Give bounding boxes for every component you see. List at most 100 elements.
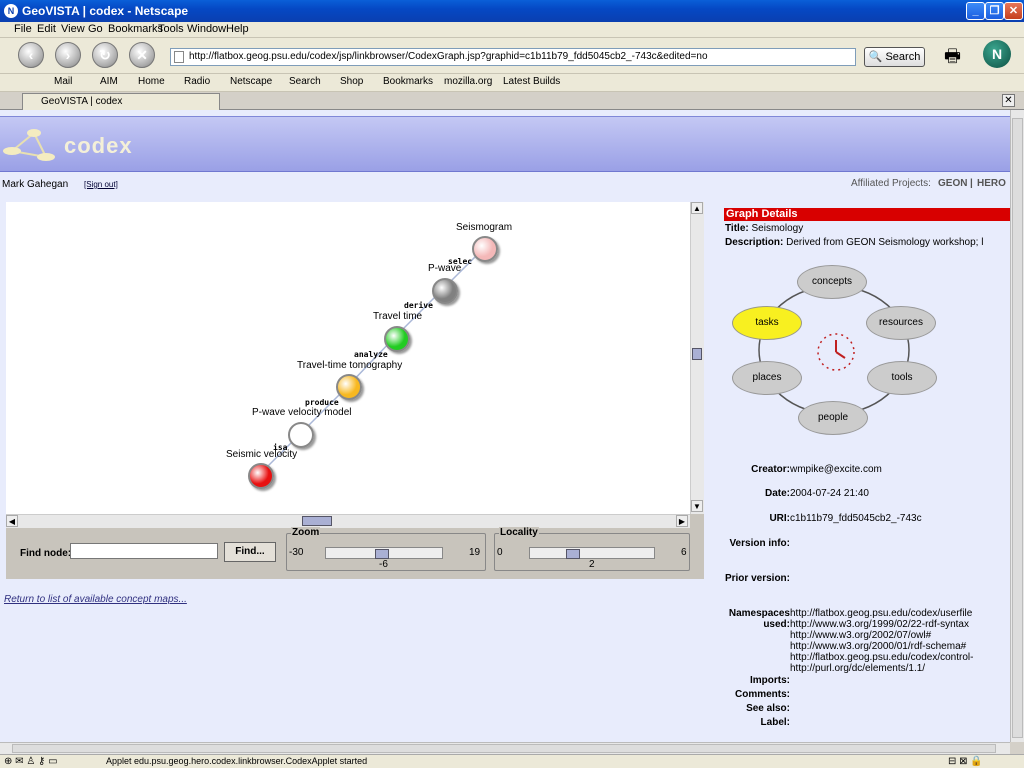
node-travel-time-tomography[interactable] bbox=[336, 374, 362, 400]
menu-bookmarks[interactable]: Bookmarks bbox=[108, 23, 163, 35]
forward-button[interactable]: › bbox=[55, 42, 81, 68]
namespace-item[interactable]: http://www.w3.org/2002/07/owl# bbox=[790, 630, 973, 641]
scroll-left-icon[interactable]: ◀ bbox=[6, 515, 18, 527]
vertical-scroll-thumb[interactable] bbox=[692, 348, 702, 360]
bookmark-mozilla[interactable]: mozilla.org bbox=[444, 76, 492, 87]
zoom-slider[interactable] bbox=[325, 547, 443, 559]
graph-title: Seismology bbox=[751, 223, 804, 234]
bookmark-radio[interactable]: Radio bbox=[184, 76, 210, 87]
namespace-item[interactable]: http://flatbox.geog.psu.edu/codex/contro… bbox=[790, 652, 973, 663]
menu-window[interactable]: Window bbox=[187, 23, 226, 35]
menu-go[interactable]: Go bbox=[88, 23, 103, 35]
find-button[interactable]: Find... bbox=[224, 542, 276, 562]
status-text: Applet edu.psu.geog.hero.codex.linkbrows… bbox=[106, 756, 368, 766]
scroll-right-icon[interactable]: ▶ bbox=[676, 515, 688, 527]
graph-description: Derived from GEON Seismology workshop; l bbox=[786, 237, 984, 248]
bookmark-latest-builds[interactable]: Latest Builds bbox=[503, 76, 560, 87]
namespace-item[interactable]: http://www.w3.org/1999/02/22-rdf-syntax bbox=[790, 619, 973, 630]
date-value: 2004-07-24 21:40 bbox=[790, 488, 869, 499]
creator-value: wmpike@excite.com bbox=[790, 464, 882, 475]
namespace-item[interactable]: http://www.w3.org/2000/01/rdf-schema# bbox=[790, 641, 973, 652]
page-vertical-scroll-thumb[interactable] bbox=[1012, 118, 1023, 738]
locality-slider[interactable] bbox=[529, 547, 655, 559]
bookmark-mail[interactable]: Mail bbox=[54, 76, 72, 87]
project-link-geon[interactable]: GEON bbox=[938, 178, 967, 189]
menu-help[interactable]: Help bbox=[226, 23, 249, 35]
minimize-button[interactable]: _ bbox=[966, 2, 985, 20]
scroll-up-icon[interactable]: ▲ bbox=[691, 202, 703, 214]
namespaces-list: http://flatbox.geog.psu.edu/codex/userfi… bbox=[790, 608, 973, 674]
node-seismic-velocity[interactable] bbox=[248, 463, 274, 489]
user-bar: Mark Gahegan [Sign out] Affiliated Proje… bbox=[0, 178, 1010, 193]
url-field[interactable]: http://flatbox.geog.psu.edu/codex/jsp/li… bbox=[170, 48, 856, 66]
project-link-hero[interactable]: HERO bbox=[977, 178, 1006, 189]
reload-button[interactable]: ↻ bbox=[92, 42, 118, 68]
print-icon[interactable]: 🖶 bbox=[944, 44, 961, 74]
node-p-wave-velocity-model[interactable] bbox=[288, 422, 314, 448]
wheel-concepts[interactable]: concepts bbox=[797, 265, 867, 299]
wheel-people[interactable]: people bbox=[798, 401, 868, 435]
node-p-wave[interactable] bbox=[432, 278, 458, 304]
menu-file[interactable]: File bbox=[14, 23, 32, 35]
see-also-label: See also: bbox=[746, 703, 790, 714]
category-wheel: concepts resources tools people places t… bbox=[724, 260, 954, 440]
locality-max: 6 bbox=[681, 547, 687, 558]
project-separator: | bbox=[970, 178, 973, 189]
label-label: Label: bbox=[760, 717, 790, 728]
page-horizontal-scrollbar[interactable] bbox=[0, 742, 1010, 754]
edge-label-derive: derive bbox=[404, 301, 433, 310]
prior-version-label: Prior version: bbox=[724, 573, 790, 584]
graph-vertical-scrollbar[interactable]: ▲ ▼ bbox=[690, 202, 704, 514]
bookmark-netscape[interactable]: Netscape bbox=[230, 76, 272, 87]
wheel-resources[interactable]: resources bbox=[866, 306, 936, 340]
bookmark-shop[interactable]: Shop bbox=[340, 76, 363, 87]
wheel-tools[interactable]: tools bbox=[867, 361, 937, 395]
zoom-slider-thumb[interactable] bbox=[375, 549, 389, 559]
menu-view[interactable]: View bbox=[61, 23, 85, 35]
user-name: Mark Gahegan bbox=[2, 179, 69, 190]
find-node-input[interactable] bbox=[70, 543, 218, 559]
maximize-button[interactable]: ❐ bbox=[985, 2, 1004, 20]
codex-logo-text: codex bbox=[64, 133, 133, 158]
return-to-maps-link[interactable]: Return to list of available concept maps… bbox=[4, 594, 187, 605]
page-icon bbox=[174, 51, 184, 63]
sign-out-link[interactable]: [Sign out] bbox=[84, 180, 118, 189]
page-horizontal-scroll-thumb[interactable] bbox=[12, 744, 996, 753]
graph-horizontal-scrollbar[interactable]: ◀ ▶ bbox=[6, 514, 690, 528]
namespace-item[interactable]: http://purl.org/dc/elements/1.1/ bbox=[790, 663, 973, 674]
bookmark-bookmarks[interactable]: Bookmarks bbox=[383, 76, 433, 87]
bookmark-home[interactable]: Home bbox=[138, 76, 165, 87]
edge-label-analyze: analyze bbox=[354, 350, 388, 359]
scroll-down-icon[interactable]: ▼ bbox=[691, 500, 703, 512]
namespace-item[interactable]: http://flatbox.geog.psu.edu/codex/userfi… bbox=[790, 608, 973, 619]
zoom-min: -30 bbox=[289, 547, 304, 558]
wheel-tasks[interactable]: tasks bbox=[732, 306, 802, 340]
search-button[interactable]: 🔍 Search bbox=[864, 47, 925, 67]
page-content: codex Mark Gahegan [Sign out] Affiliated… bbox=[0, 110, 1010, 742]
bookmark-aim[interactable]: AIM bbox=[100, 76, 118, 87]
stop-button[interactable]: ✕ bbox=[129, 42, 155, 68]
node-seismogram[interactable] bbox=[472, 236, 498, 262]
navigation-toolbar: ‹ › ↻ ✕ http://flatbox.geog.psu.edu/code… bbox=[0, 38, 1024, 74]
date-label: Date: bbox=[764, 488, 790, 499]
graph-title-row: Title: Seismology bbox=[725, 223, 804, 234]
codex-logo-icon bbox=[3, 129, 55, 161]
menu-tools[interactable]: Tools bbox=[158, 23, 184, 35]
uri-label: URI: bbox=[769, 513, 790, 524]
menu-edit[interactable]: Edit bbox=[37, 23, 56, 35]
graph-canvas[interactable]: Seismogram P-wave Travel time Travel-tim… bbox=[6, 202, 690, 514]
node-travel-time[interactable] bbox=[384, 326, 410, 352]
bookmark-search[interactable]: Search bbox=[289, 76, 321, 87]
wheel-places[interactable]: places bbox=[732, 361, 802, 395]
namespaces-label: Namespaces used: bbox=[728, 608, 790, 630]
horizontal-scroll-thumb[interactable] bbox=[302, 516, 332, 526]
close-tab-icon[interactable]: ✕ bbox=[1002, 94, 1015, 107]
zoom-value: -6 bbox=[379, 559, 388, 570]
graph-edges bbox=[259, 249, 483, 475]
back-button[interactable]: ‹ bbox=[18, 42, 44, 68]
close-button[interactable]: ✕ bbox=[1004, 2, 1023, 20]
locality-slider-thumb[interactable] bbox=[566, 549, 580, 559]
tab-geovista[interactable]: GeoVISTA | codex bbox=[22, 93, 220, 110]
page-vertical-scrollbar[interactable] bbox=[1010, 110, 1024, 742]
netscape-logo[interactable]: N bbox=[983, 40, 1011, 68]
